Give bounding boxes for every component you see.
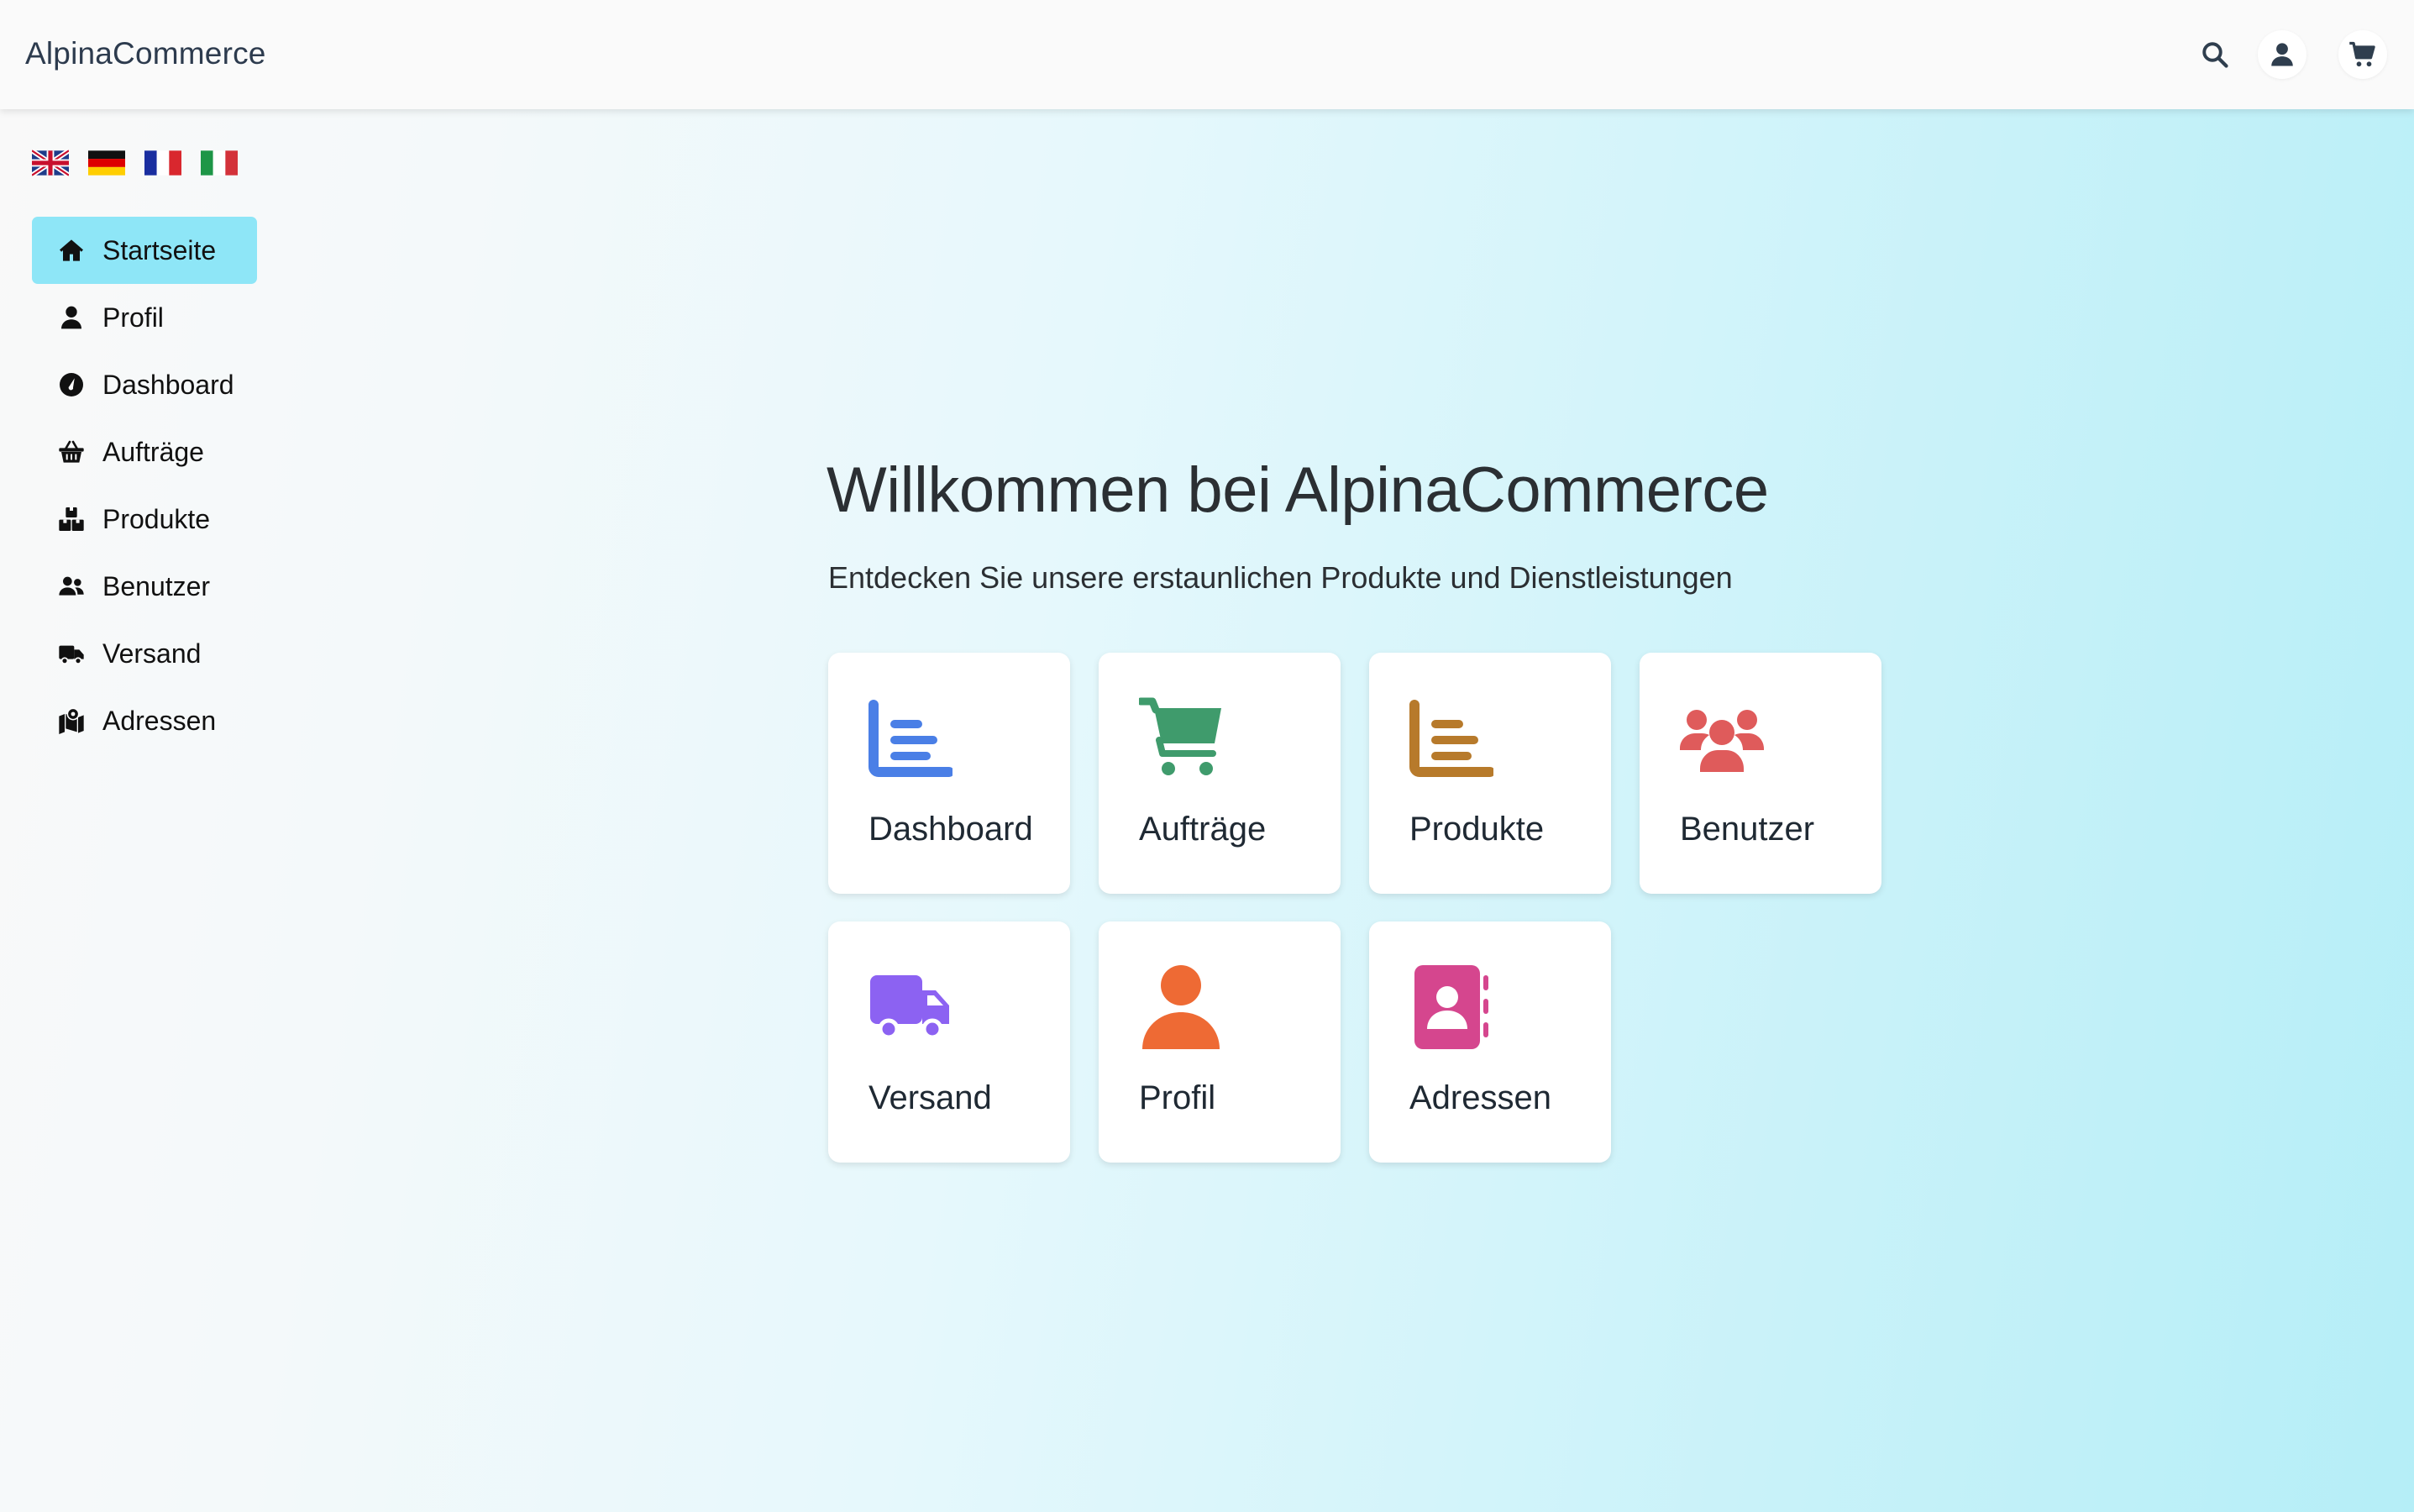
card-label: Dashboard bbox=[869, 811, 1033, 848]
card-auftraege[interactable]: Aufträge bbox=[1099, 653, 1341, 894]
sidebar-nav: Startseite Profil Dashboard Aufträge Pro… bbox=[32, 217, 257, 754]
sidebar-item-benutzer[interactable]: Benutzer bbox=[32, 553, 257, 620]
sidebar-item-label: Benutzer bbox=[102, 570, 211, 601]
gauge-icon bbox=[57, 370, 86, 399]
language-switcher bbox=[32, 150, 238, 176]
truck-icon bbox=[57, 639, 86, 668]
sidebar-item-label: Versand bbox=[102, 638, 202, 669]
search-icon[interactable] bbox=[2191, 30, 2239, 79]
sidebar-item-startseite[interactable]: Startseite bbox=[32, 217, 257, 284]
sidebar-item-produkte[interactable]: Produkte bbox=[32, 486, 257, 553]
sidebar-item-label: Produkte bbox=[102, 503, 211, 534]
english-flag[interactable] bbox=[32, 150, 69, 176]
cart-icon bbox=[1136, 696, 1223, 780]
users-icon bbox=[57, 572, 86, 601]
german-flag[interactable] bbox=[88, 150, 125, 176]
chart-icon bbox=[869, 696, 954, 780]
hero-section: Willkommen bei AlpinaCommerce Entdecken … bbox=[827, 454, 1769, 596]
page-subtitle: Entdecken Sie unsere erstaunlichen Produ… bbox=[828, 560, 1733, 595]
sidebar-item-label: Startseite bbox=[102, 234, 217, 265]
boxes-icon bbox=[57, 505, 86, 533]
card-label: Benutzer bbox=[1680, 811, 1815, 848]
page-title: Willkommen bei AlpinaCommerce bbox=[827, 454, 1769, 526]
card-profil[interactable]: Profil bbox=[1099, 921, 1341, 1163]
card-label: Adressen bbox=[1409, 1079, 1551, 1116]
sidebar-item-label: Dashboard bbox=[102, 369, 234, 400]
user-icon[interactable] bbox=[2258, 30, 2306, 79]
card-benutzer[interactable]: Benutzer bbox=[1640, 653, 1881, 894]
card-adressen[interactable]: Adressen bbox=[1369, 921, 1611, 1163]
home-icon bbox=[57, 236, 86, 265]
sidebar-item-dashboard[interactable]: Dashboard bbox=[32, 351, 257, 418]
user-icon bbox=[57, 303, 86, 332]
italian-flag[interactable] bbox=[201, 150, 238, 176]
map-icon bbox=[57, 706, 86, 735]
sidebar-item-versand[interactable]: Versand bbox=[32, 620, 257, 687]
card-label: Versand bbox=[869, 1079, 992, 1116]
feature-cards: Dashboard Aufträge Produkte Benutzer Ver… bbox=[828, 653, 1881, 1163]
sidebar-item-auftraege[interactable]: Aufträge bbox=[32, 418, 257, 486]
sidebar-item-label: Aufträge bbox=[102, 436, 204, 467]
sidebar-item-label: Profil bbox=[102, 302, 164, 333]
card-produkte[interactable]: Produkte bbox=[1369, 653, 1611, 894]
address-book-icon bbox=[1409, 965, 1493, 1049]
sidebar-item-label: Adressen bbox=[102, 705, 217, 736]
top-navbar: AlpinaCommerce bbox=[0, 0, 2414, 109]
basket-icon bbox=[57, 438, 86, 466]
brand-logo[interactable]: AlpinaCommerce bbox=[25, 36, 266, 71]
user-icon bbox=[1139, 965, 1223, 1049]
sidebar-item-profil[interactable]: Profil bbox=[32, 284, 257, 351]
card-label: Profil bbox=[1139, 1079, 1216, 1116]
users-icon bbox=[1680, 696, 1764, 780]
card-label: Aufträge bbox=[1139, 811, 1267, 848]
chart-icon bbox=[1409, 696, 1495, 780]
card-label: Produkte bbox=[1409, 811, 1545, 848]
cart-icon[interactable] bbox=[2338, 30, 2387, 79]
card-dashboard[interactable]: Dashboard bbox=[828, 653, 1070, 894]
sidebar-item-adressen[interactable]: Adressen bbox=[32, 687, 257, 754]
card-versand[interactable]: Versand bbox=[828, 921, 1070, 1163]
truck-icon bbox=[869, 965, 952, 1049]
french-flag[interactable] bbox=[144, 150, 181, 176]
